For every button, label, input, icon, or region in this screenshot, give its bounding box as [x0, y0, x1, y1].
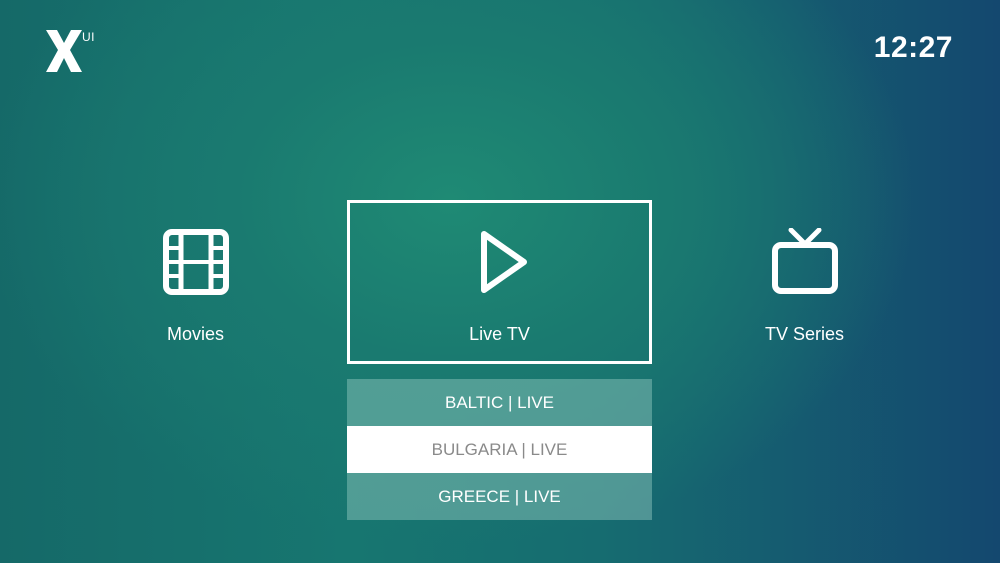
app-logo: UI: [46, 30, 106, 76]
logo-suffix: UI: [82, 30, 95, 44]
film-icon: [162, 229, 229, 295]
dropdown-item-greece[interactable]: GREECE | LIVE: [347, 473, 652, 520]
live-tv-label: Live TV: [469, 324, 530, 344]
live-tv-tile[interactable]: Live TV: [347, 200, 652, 364]
tv-series-label: TV Series: [764, 324, 845, 344]
category-dropdown: BALTIC | LIVE BULGARIA | LIVE GREECE | L…: [347, 379, 652, 520]
tv-series-tile[interactable]: TV Series: [652, 200, 957, 364]
movies-label: Movies: [166, 324, 224, 344]
dropdown-item-baltic[interactable]: BALTIC | LIVE: [347, 379, 652, 426]
clock: 12:27: [873, 31, 953, 64]
dropdown-item-bulgaria[interactable]: BULGARIA | LIVE: [347, 426, 652, 473]
tv-icon: [771, 228, 838, 294]
movies-tile[interactable]: Movies: [43, 200, 348, 364]
play-icon: [480, 231, 527, 293]
x-logo-icon: [46, 30, 82, 72]
